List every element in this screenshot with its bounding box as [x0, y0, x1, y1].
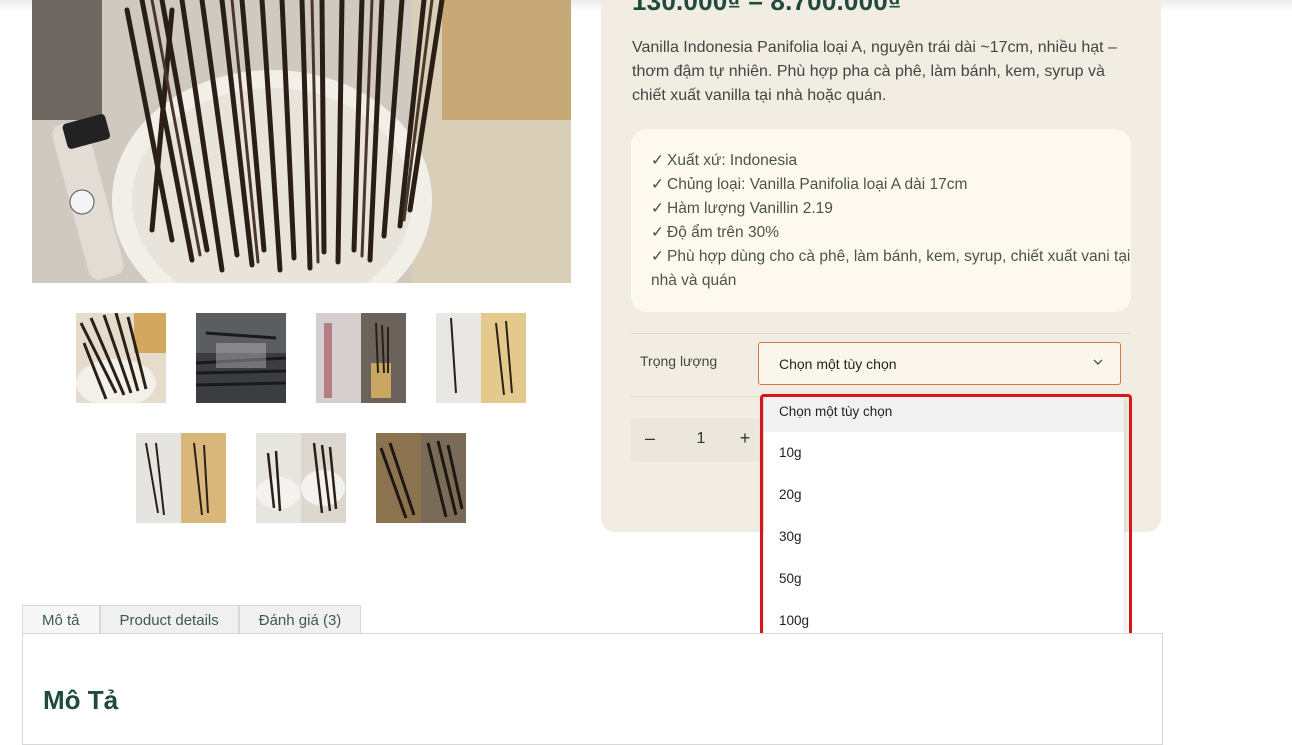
tab-content-panel	[22, 633, 1163, 745]
feature-item: ✓ Phù hợp dùng cho cà phê, làm bánh, kem,…	[651, 248, 1131, 289]
tab-reviews[interactable]: Đánh giá (3)	[238, 605, 362, 634]
product-tabs: Mô tả Product details Đánh giá (3)	[22, 605, 362, 634]
weight-select[interactable]: Chọn một tùy chọn	[758, 342, 1121, 385]
tab-product-details[interactable]: Product details	[99, 605, 239, 634]
weight-select-value: Chọn một tùy chọn	[779, 356, 897, 372]
product-thumbnail-4[interactable]	[436, 313, 526, 403]
price-range: 130.000₫ – 8.700.000₫	[632, 0, 902, 16]
product-short-description: Vanilla Indonesia Panifolia loại A, nguy…	[632, 39, 1117, 104]
product-thumbnail-6[interactable]	[256, 433, 346, 523]
check-icon: ✓	[651, 248, 664, 265]
variation-label: Trọng lượng	[640, 353, 718, 369]
product-thumbnail-3[interactable]	[316, 313, 406, 403]
feature-item: ✓ Chủng loại: Vanilla Panifolia loại A dà…	[651, 176, 968, 193]
quantity-stepper: – 1 +	[631, 418, 761, 462]
product-thumbnail-1[interactable]	[76, 313, 166, 403]
quantity-input[interactable]: 1	[690, 430, 712, 448]
quantity-minus-button[interactable]: –	[639, 428, 661, 449]
quantity-plus-button[interactable]: +	[734, 428, 756, 449]
check-icon: ✓	[651, 176, 664, 193]
product-thumbnail-7[interactable]	[376, 433, 466, 523]
description-heading: Mô Tả	[43, 685, 119, 715]
check-icon: ✓	[651, 200, 664, 217]
product-main-image[interactable]	[32, 0, 571, 283]
variation-row: Trọng lượng Chọn một tùy chọn	[631, 333, 1131, 397]
check-icon: ✓	[651, 152, 664, 169]
check-icon: ✓	[651, 224, 664, 241]
feature-item: ✓ Xuất xứ: Indonesia	[651, 152, 798, 169]
product-thumbnail-5[interactable]	[136, 433, 226, 523]
tab-description[interactable]: Mô tả	[22, 605, 100, 634]
product-features-box: ✓ Xuất xứ: Indonesia ✓ Chủng loại: Vanilla…	[631, 129, 1131, 312]
chevron-down-icon	[1093, 359, 1103, 365]
feature-item: ✓ Độ ẩm trên 30%	[651, 224, 779, 241]
product-thumbnail-2[interactable]	[196, 313, 286, 403]
feature-item: ✓ Hàm lượng Vanillin 2.19	[651, 200, 833, 217]
